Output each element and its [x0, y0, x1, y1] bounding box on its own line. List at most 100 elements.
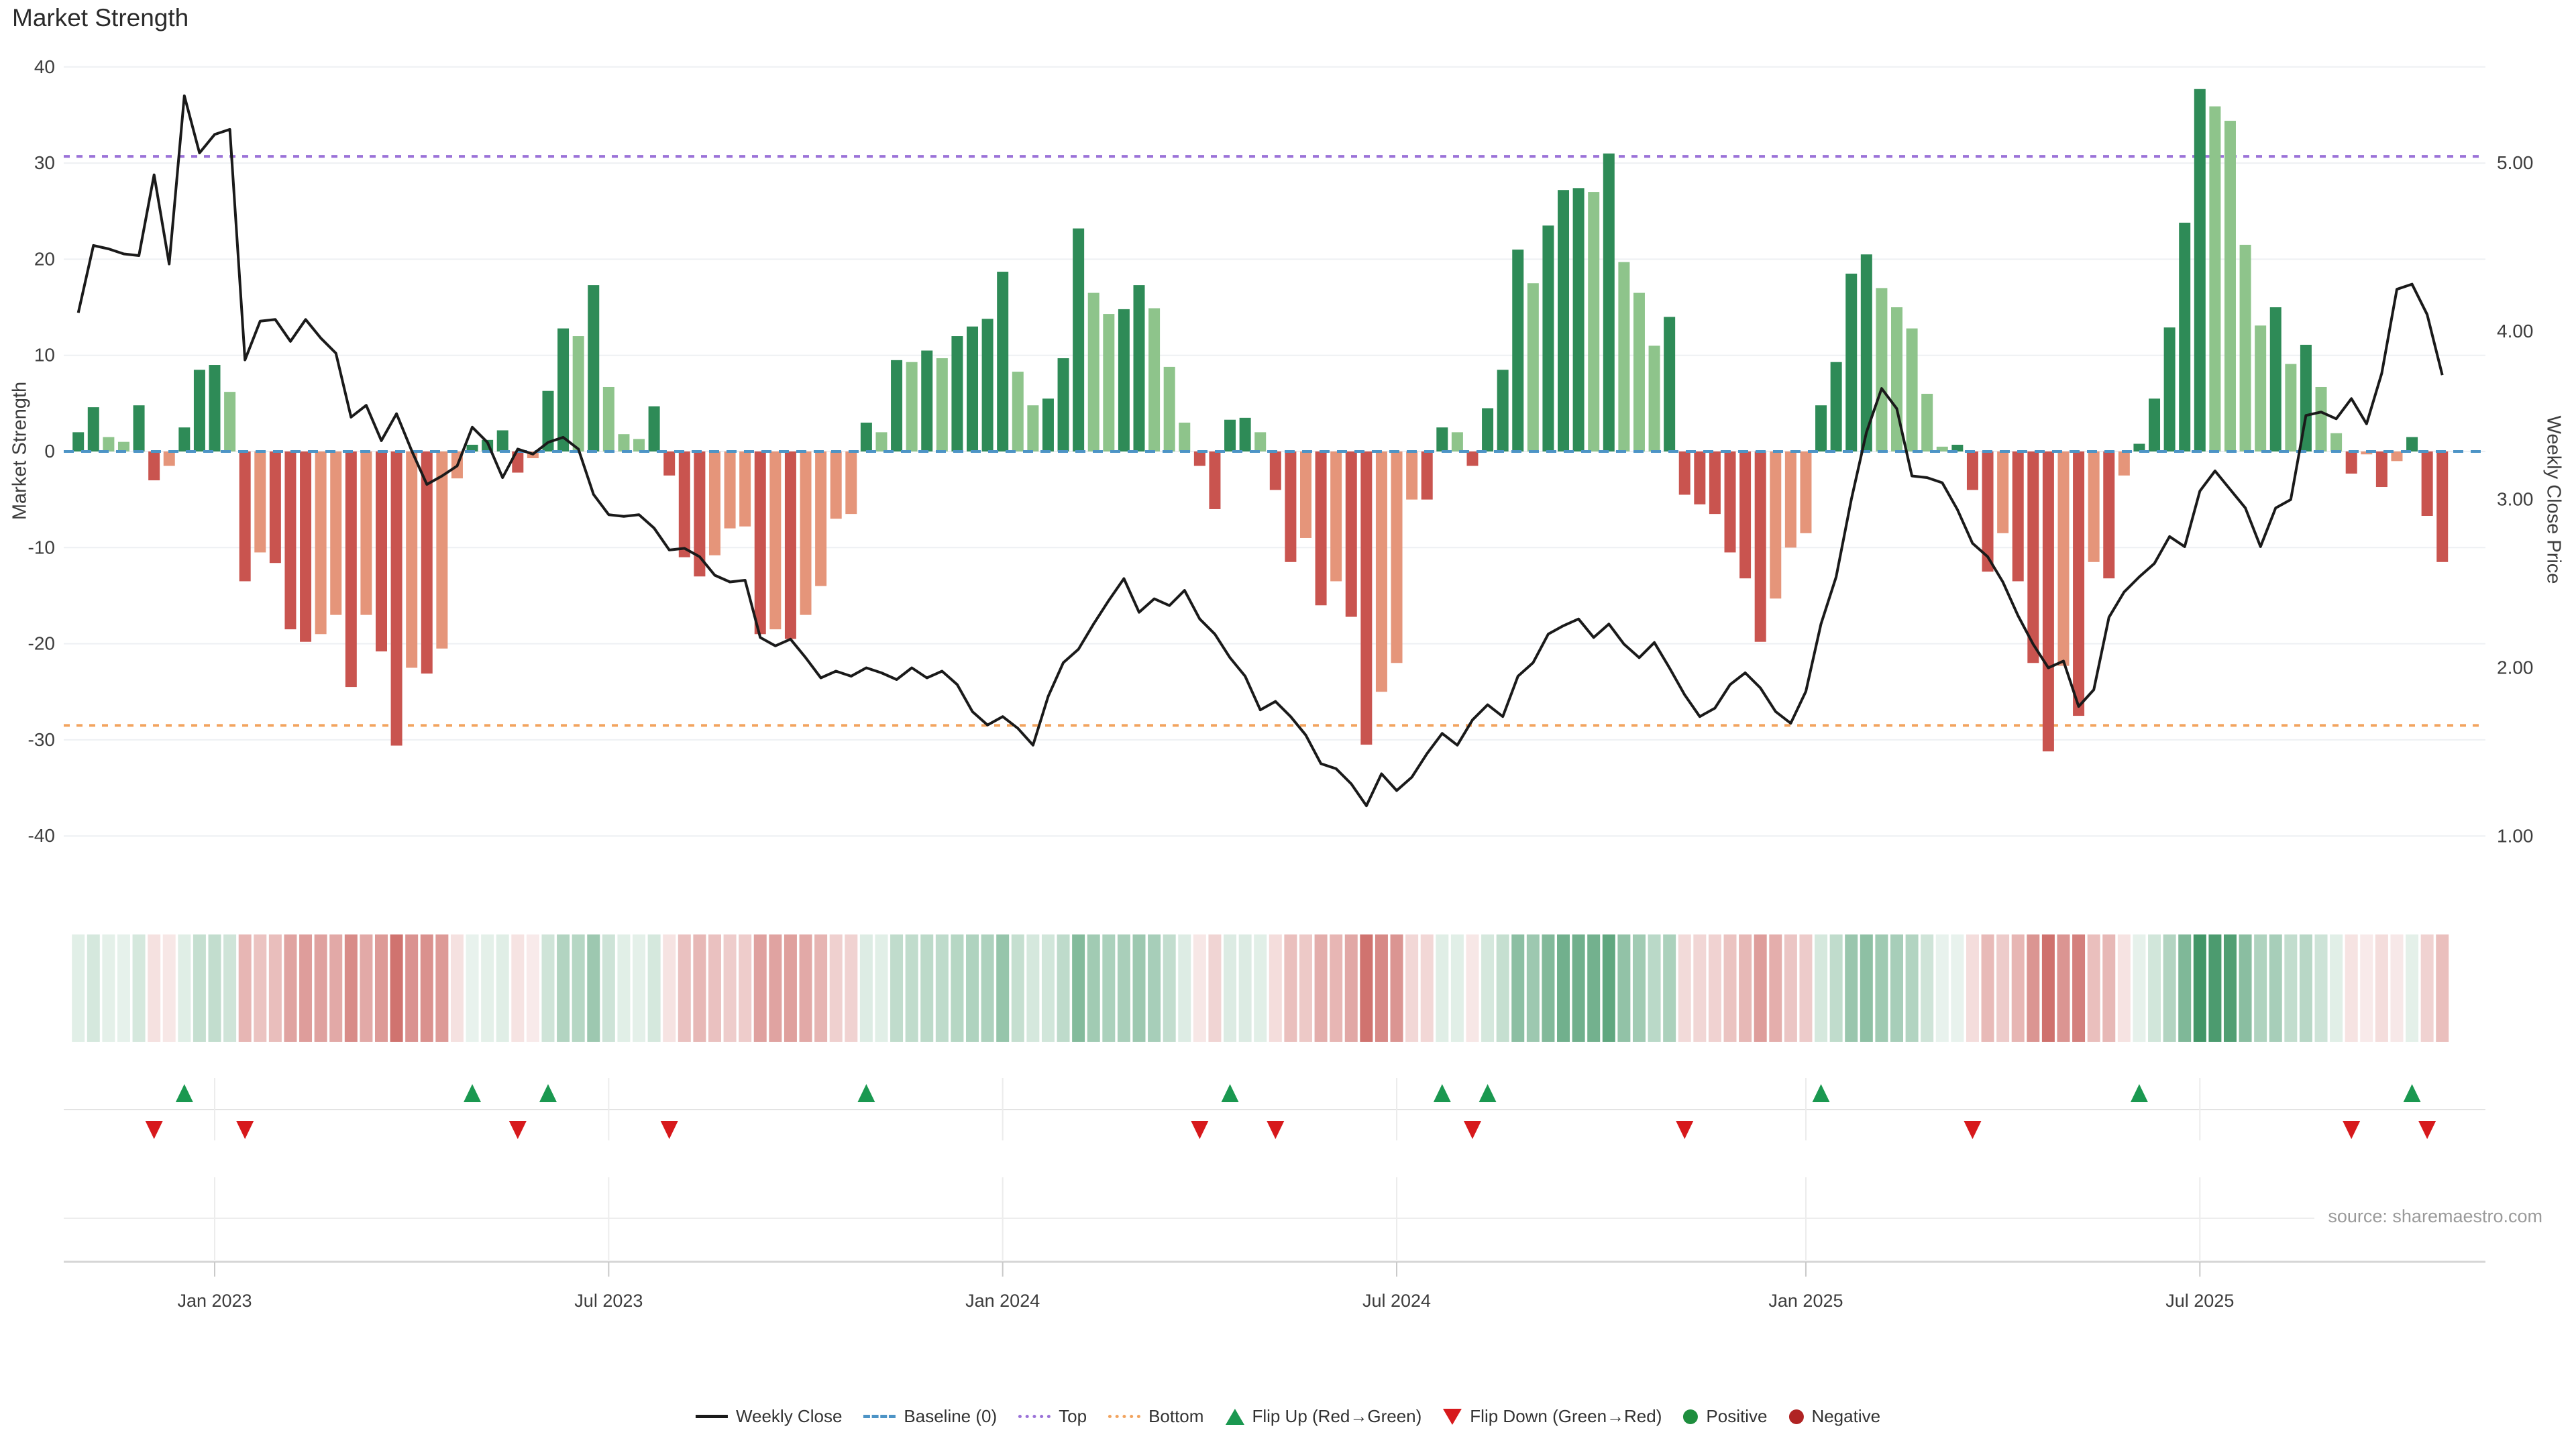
legend-label: Positive	[1706, 1406, 1767, 1427]
flip-down-icon	[1964, 1121, 1981, 1139]
y-axis-left-ticks: 403020100-10-20-30-40	[28, 56, 55, 846]
heatmap-cell	[284, 934, 297, 1042]
tri-up-icon	[1225, 1409, 1244, 1425]
strength-bar	[588, 285, 599, 451]
heatmap-cell	[148, 934, 160, 1042]
strength-bar	[1739, 451, 1751, 578]
heatmap-cell	[1982, 934, 1994, 1042]
chart-legend: Weekly CloseBaseline (0)TopBottomFlip Up…	[696, 1406, 1880, 1427]
line-black-icon	[696, 1415, 728, 1418]
strength-bar	[1967, 451, 1978, 490]
heatmap-cell	[708, 934, 721, 1042]
strength-bar	[1785, 451, 1796, 547]
legend-item: Bottom	[1108, 1406, 1203, 1427]
heatmap-cell	[1481, 934, 1494, 1042]
heatmap-cell	[754, 934, 767, 1042]
strength-bar	[178, 427, 190, 451]
strength-bar	[2194, 89, 2206, 451]
svg-text:Jan 2025: Jan 2025	[1768, 1291, 1843, 1311]
heatmap-cell	[587, 934, 600, 1042]
heatmap-cell	[936, 934, 949, 1042]
strength-bar	[755, 451, 766, 634]
strength-bar	[1254, 432, 1266, 451]
svg-text:-40: -40	[28, 825, 55, 846]
heatmap-cell	[496, 934, 509, 1042]
strength-bar	[1073, 229, 1084, 451]
strength-bar	[2391, 451, 2402, 461]
heatmap-cell	[2178, 934, 2191, 1042]
strength-bar	[270, 451, 281, 563]
heatmap-cell	[1815, 934, 1827, 1042]
strength-bar	[936, 358, 948, 451]
strength-bar	[315, 451, 327, 634]
heatmap-cell	[1026, 934, 1039, 1042]
strength-bar	[1649, 345, 1660, 451]
strength-bar	[603, 387, 614, 451]
heatmap-cell	[2102, 934, 2115, 1042]
strength-bar	[1800, 451, 1811, 533]
heatmap-cell	[2315, 934, 2328, 1042]
heatmap-cell	[360, 934, 372, 1042]
svg-text:Jul 2025: Jul 2025	[2165, 1291, 2234, 1311]
strength-bar	[1497, 370, 1509, 451]
strength-bar	[2224, 121, 2236, 451]
strength-bar	[164, 451, 175, 466]
flip-down-icon	[661, 1121, 678, 1139]
heatmap-cell	[193, 934, 206, 1042]
strength-bar	[1452, 432, 1463, 451]
heatmap-cell	[72, 934, 85, 1042]
heatmap-cell	[875, 934, 888, 1042]
strength-bar	[557, 329, 569, 451]
strength-bar	[2027, 451, 2039, 663]
strength-bar	[2057, 451, 2069, 666]
strength-bar	[436, 451, 447, 649]
source-note: source: sharemaestro.com	[2328, 1206, 2542, 1227]
flip-down-icon	[1267, 1121, 1284, 1139]
flip-down-icon	[2343, 1121, 2360, 1139]
strength-bar	[830, 451, 842, 519]
heatmap-cell	[2133, 934, 2145, 1042]
strength-bar	[1194, 451, 1205, 466]
heatmap-cell	[906, 934, 918, 1042]
heatmap-cell	[2436, 934, 2449, 1042]
strength-bar	[1831, 362, 1842, 451]
strength-bar	[769, 451, 781, 629]
strength-bar	[1391, 451, 1403, 663]
heatmap-cell	[1497, 934, 1509, 1042]
heatmap-cell	[1996, 934, 2009, 1042]
dot-green-icon	[1683, 1409, 1698, 1424]
strength-bar	[1240, 418, 1251, 451]
strength-bar	[1330, 451, 1342, 581]
flip-down-icon	[1464, 1121, 1481, 1139]
heatmap-cell	[1936, 934, 1949, 1042]
heatmap-cell	[1663, 934, 1676, 1042]
heatmap-cell	[1148, 934, 1161, 1042]
flip-down-icon	[146, 1121, 163, 1139]
strength-bar	[497, 430, 508, 451]
svg-text:4.00: 4.00	[2497, 321, 2534, 341]
heatmap-cell	[663, 934, 676, 1042]
heatmap-cell	[693, 934, 706, 1042]
heatmap-cell	[2421, 934, 2434, 1042]
bars-layer	[72, 89, 2448, 751]
strength-bar	[1679, 451, 1690, 494]
svg-text:Jan 2024: Jan 2024	[965, 1291, 1040, 1311]
strength-bar	[1300, 451, 1311, 538]
strength-bar	[1664, 317, 1675, 451]
svg-text:Jul 2024: Jul 2024	[1362, 1291, 1431, 1311]
heatmap-cell	[390, 934, 403, 1042]
strength-bar	[391, 451, 402, 745]
heatmap-cell	[1587, 934, 1600, 1042]
dot-red-icon	[1788, 1409, 1803, 1424]
strength-bar	[891, 360, 902, 451]
heatmap-cell	[1617, 934, 1630, 1042]
strength-bar	[815, 451, 826, 586]
strength-bar	[618, 434, 629, 451]
heatmap-cell	[329, 934, 342, 1042]
strength-bar	[2285, 364, 2296, 451]
strength-bar	[663, 451, 675, 476]
heatmap-cell	[1405, 934, 1418, 1042]
legend-label: Weekly Close	[736, 1406, 842, 1427]
strength-bar	[1270, 451, 1281, 490]
flip-down-icon	[2418, 1121, 2436, 1139]
